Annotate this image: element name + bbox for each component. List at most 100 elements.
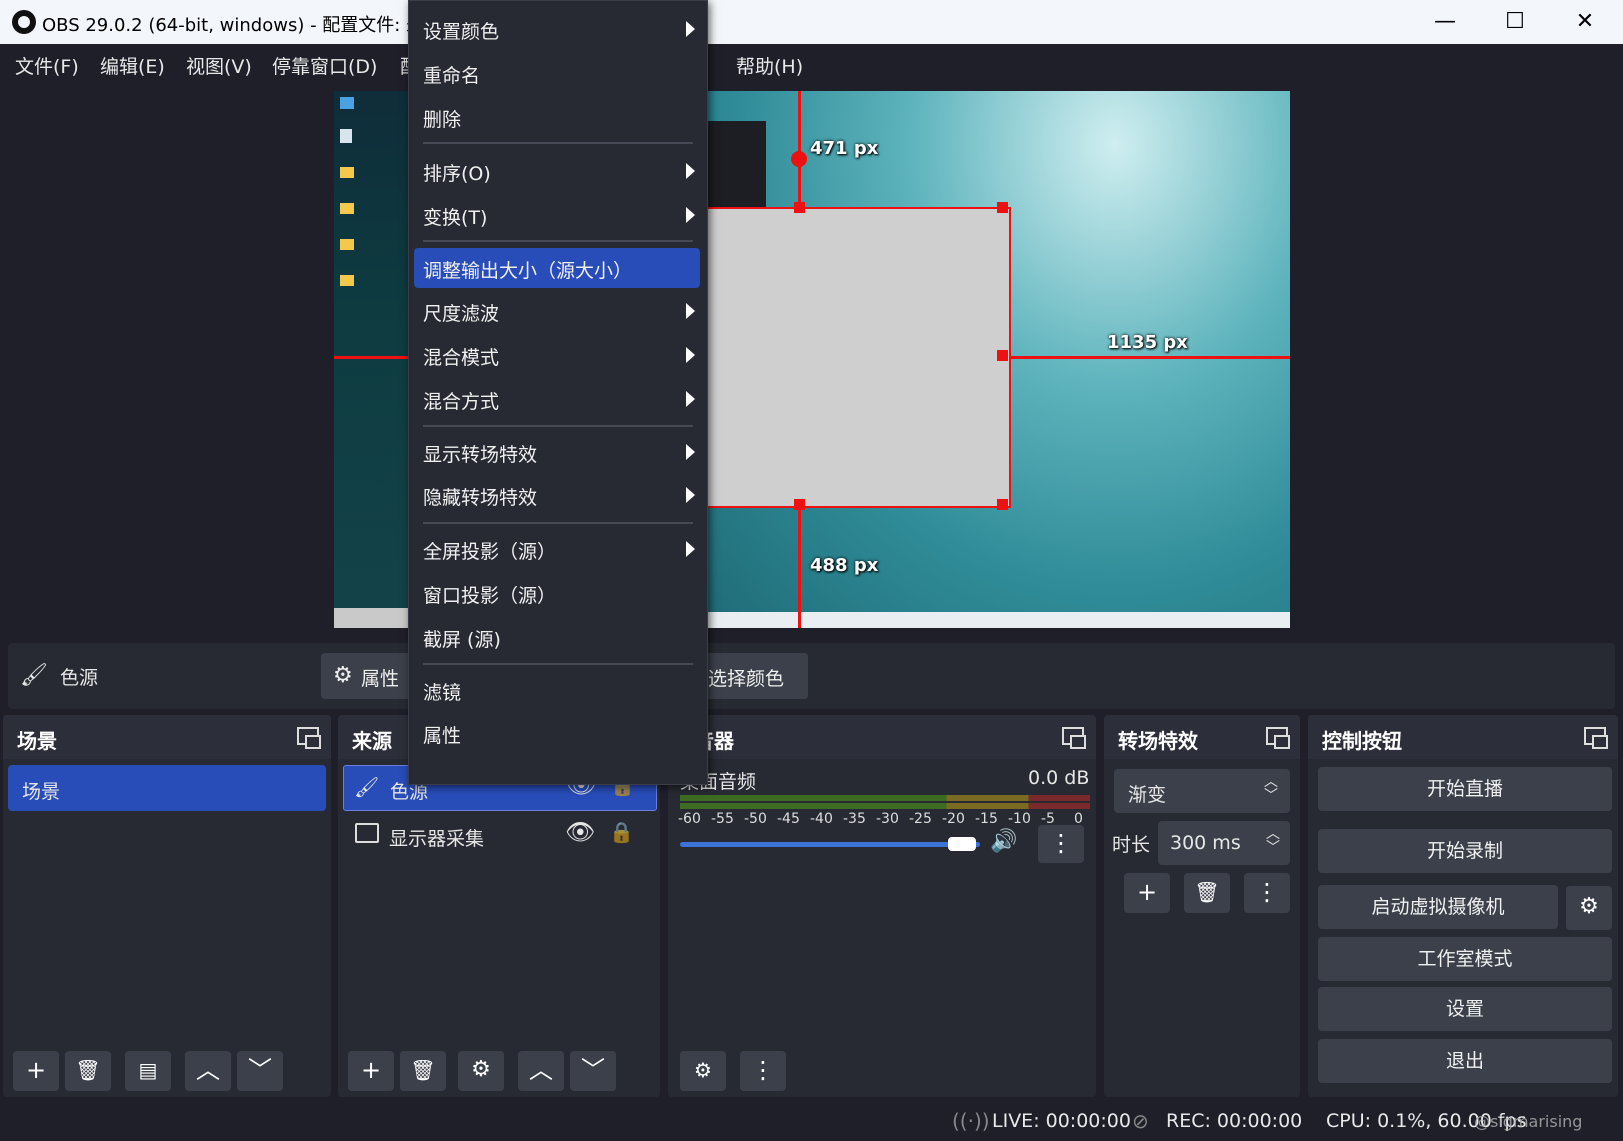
- menu-separator: [423, 522, 693, 524]
- context-menu-item[interactable]: 调整输出大小（源大小）: [414, 248, 700, 288]
- trash-icon[interactable]: 🗑: [1184, 873, 1230, 913]
- live-status: LIVE: 00:00:00: [992, 1110, 1131, 1132]
- mixer-menu-icon[interactable]: ⋮: [740, 1051, 786, 1091]
- advanced-audio-icon[interactable]: ⚙: [680, 1051, 726, 1091]
- add-source-button[interactable]: +: [348, 1051, 394, 1091]
- obs-logo-icon: [12, 10, 36, 34]
- eye-icon[interactable]: 👁: [565, 818, 595, 846]
- distance-right-label: 1135 px: [1107, 332, 1188, 353]
- duration-spinbox[interactable]: 300 ms ︿ ﹀: [1158, 821, 1290, 865]
- submenu-arrow-icon: [686, 163, 695, 179]
- context-menu-item-label: 全屏投影（源）: [423, 541, 557, 563]
- sources-title: 来源: [352, 729, 392, 753]
- color-source-selection[interactable]: [700, 207, 1011, 508]
- resize-handle-bottom[interactable]: [794, 499, 805, 510]
- meter-tick-label: -20: [942, 811, 965, 827]
- close-button[interactable]: ✕: [1550, 0, 1620, 44]
- window-title: OBS 29.0.2 (64-bit, windows) - 配置文件: 未命名: [42, 15, 461, 36]
- properties-label: 属性: [361, 668, 400, 690]
- move-down-icon[interactable]: ﹀: [570, 1051, 616, 1091]
- scenes-dock-header: 场景: [3, 715, 331, 759]
- move-up-icon[interactable]: ︿: [518, 1051, 564, 1091]
- menu-help[interactable]: 帮助(H): [736, 52, 803, 79]
- scene-filters-icon[interactable]: ▤: [125, 1051, 171, 1091]
- meter-tick-label: -30: [876, 811, 899, 827]
- maximize-button[interactable]: ☐: [1480, 0, 1550, 44]
- speaker-icon[interactable]: 🔊: [990, 829, 1017, 854]
- menu-separator: [423, 425, 693, 427]
- context-menu-item[interactable]: 设置颜色: [409, 9, 707, 49]
- lock-icon[interactable]: 🔒: [609, 820, 634, 844]
- undock-icon[interactable]: [1584, 727, 1608, 749]
- source-item-display[interactable]: 显示器采集 👁 🔒: [343, 813, 655, 857]
- stepper-icon[interactable]: ︿ ﹀: [1266, 827, 1280, 855]
- watermark: @sigmarising: [1474, 1112, 1583, 1131]
- context-menu-item[interactable]: 删除: [409, 97, 707, 137]
- virtual-camera-button[interactable]: 启动虚拟摄像机: [1318, 885, 1558, 929]
- context-menu-item[interactable]: 截屏 (源): [409, 617, 707, 657]
- menu-file[interactable]: 文件(F): [15, 52, 79, 79]
- volume-slider-track[interactable]: [680, 842, 980, 847]
- context-menu-item-label: 排序(O): [423, 163, 491, 185]
- context-menu-item-label: 隐藏转场特效: [423, 487, 538, 509]
- exit-button[interactable]: 退出: [1318, 1039, 1612, 1083]
- move-down-icon[interactable]: ﹀: [237, 1051, 283, 1091]
- resize-handle-bottom-right[interactable]: [997, 499, 1008, 510]
- context-menu-item[interactable]: 重命名: [409, 53, 707, 93]
- menu-bar: 文件(F) 编辑(E) 视图(V) 停靠窗口(D) 配 ) 帮助(H): [0, 44, 1623, 84]
- trash-icon[interactable]: 🗑: [65, 1051, 111, 1091]
- menu-view[interactable]: 视图(V): [186, 52, 252, 79]
- transition-menu-icon[interactable]: ⋮: [1244, 873, 1290, 913]
- meter-tick-label: -50: [744, 811, 767, 827]
- start-stream-button[interactable]: 开始直播: [1318, 767, 1612, 811]
- folder-icon: [340, 167, 354, 178]
- scene-item[interactable]: 场景: [8, 765, 326, 811]
- context-menu-item[interactable]: 全屏投影（源）: [409, 529, 707, 569]
- context-menu-item[interactable]: 属性: [409, 713, 707, 753]
- pick-color-button[interactable]: 选择颜色: [698, 653, 808, 699]
- context-menu-item[interactable]: 窗口投影（源）: [409, 573, 707, 613]
- duration-value: 300 ms: [1170, 832, 1241, 854]
- undock-icon[interactable]: [1062, 727, 1086, 749]
- context-menu-item[interactable]: 显示转场特效: [409, 432, 707, 472]
- source-item-label: 显示器采集: [389, 828, 485, 850]
- submenu-arrow-icon: [686, 303, 695, 319]
- recycle-bin-icon: [340, 129, 352, 143]
- context-menu-item[interactable]: 滤镜: [409, 670, 707, 710]
- context-menu-item[interactable]: 排序(O): [409, 151, 707, 191]
- transition-select[interactable]: 渐变 ︿ ﹀: [1114, 769, 1290, 813]
- submenu-arrow-icon: [686, 21, 695, 37]
- add-scene-button[interactable]: +: [13, 1051, 59, 1091]
- trash-icon[interactable]: 🗑: [400, 1051, 446, 1091]
- context-menu-item[interactable]: 变换(T): [409, 195, 707, 235]
- context-menu-item-label: 窗口投影（源）: [423, 585, 557, 607]
- undock-icon[interactable]: [1266, 727, 1290, 749]
- controls-dock-header: 控制按钮: [1308, 715, 1618, 759]
- context-menu-item[interactable]: 混合模式: [409, 335, 707, 375]
- rotation-handle[interactable]: [791, 151, 807, 167]
- submenu-arrow-icon: [686, 541, 695, 557]
- undock-icon[interactable]: [297, 727, 321, 749]
- context-menu-item[interactable]: 混合方式: [409, 379, 707, 419]
- volume-slider-handle[interactable]: [948, 837, 976, 851]
- resize-handle-top[interactable]: [794, 202, 805, 213]
- submenu-arrow-icon: [686, 391, 695, 407]
- gear-icon[interactable]: ⚙: [458, 1051, 504, 1091]
- mixer-dock-header: 音器: [668, 715, 1096, 759]
- context-menu-item-label: 滤镜: [423, 682, 462, 704]
- channel-menu-icon[interactable]: ⋮: [1038, 825, 1084, 863]
- move-up-icon[interactable]: ︿: [185, 1051, 231, 1091]
- rec-status: REC: 00:00:00: [1166, 1110, 1303, 1132]
- context-menu-item[interactable]: 尺度滤波: [409, 291, 707, 331]
- settings-button[interactable]: 设置: [1318, 987, 1612, 1031]
- context-menu-item[interactable]: 隐藏转场特效: [409, 475, 707, 515]
- minimize-button[interactable]: —: [1410, 0, 1480, 44]
- add-transition-button[interactable]: +: [1124, 873, 1170, 913]
- start-record-button[interactable]: 开始录制: [1318, 829, 1612, 873]
- studio-mode-button[interactable]: 工作室模式: [1318, 937, 1612, 981]
- resize-handle-top-right[interactable]: [997, 202, 1008, 213]
- menu-docks[interactable]: 停靠窗口(D): [272, 52, 377, 79]
- menu-edit[interactable]: 编辑(E): [100, 52, 165, 79]
- gear-icon[interactable]: ⚙: [1566, 886, 1612, 930]
- resize-handle-right[interactable]: [997, 350, 1008, 361]
